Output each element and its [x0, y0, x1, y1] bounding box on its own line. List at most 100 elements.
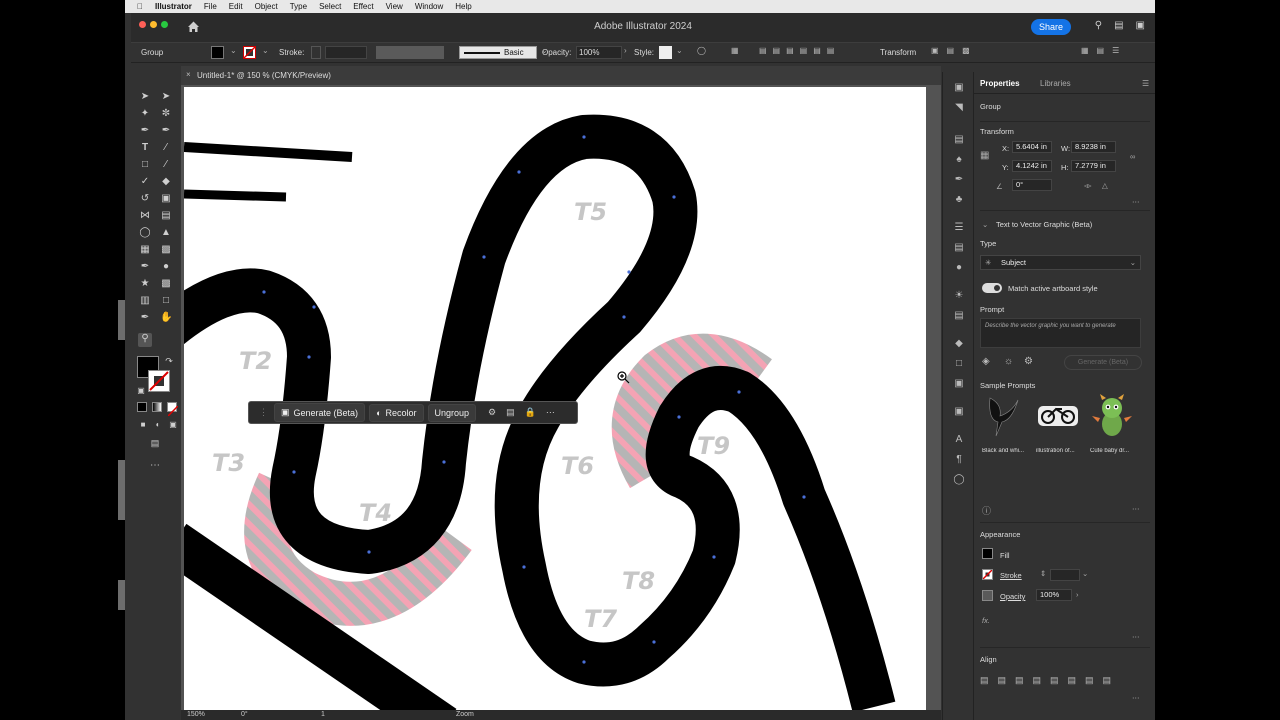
sample-prompt-bird[interactable]: Black and whi...	[982, 392, 1030, 454]
share-button[interactable]: Share	[1031, 19, 1072, 35]
type-dropdown[interactable]: ✳ Subject ⌄	[980, 255, 1141, 270]
apple-icon[interactable]: 	[137, 2, 143, 11]
symbols-icon[interactable]: ♣	[953, 194, 965, 206]
more-options-icon[interactable]: ⋯	[1132, 504, 1140, 513]
direct-selection-tool-icon[interactable]: ➤	[160, 91, 172, 103]
fx-icon[interactable]: fx.	[982, 616, 990, 625]
artboard-number[interactable]: 1	[321, 711, 325, 718]
isolate-icons[interactable]: ▣▤▩	[931, 46, 978, 55]
pen-tool-icon[interactable]: ✒	[139, 125, 151, 137]
perspective-grid-icon[interactable]: ▲	[160, 227, 172, 239]
menu-type[interactable]: Type	[290, 2, 307, 11]
export-icon[interactable]: ▤	[953, 310, 965, 322]
race-track-artwork[interactable]: T2 T3 T4 T5 T6 T7 T8 T9	[184, 87, 926, 710]
collapse-chevron-icon[interactable]: ⌄	[982, 220, 988, 229]
none-mode-icon[interactable]	[167, 402, 179, 417]
panel-menu-icon[interactable]: ☰	[1142, 79, 1149, 88]
x-field[interactable]: 5.6404 in	[1012, 141, 1052, 153]
layers-stack-icon[interactable]: ◆	[953, 338, 965, 350]
sun-icon[interactable]: ☀	[953, 290, 965, 302]
free-transform-icon[interactable]: ▤	[160, 210, 172, 222]
screen-mode-icon[interactable]: ▤	[149, 437, 161, 449]
stroke-color-icon[interactable]	[982, 569, 993, 580]
character-icon[interactable]: A	[953, 434, 965, 446]
lock-icon[interactable]: 🔒	[525, 407, 536, 418]
menu-window[interactable]: Window	[415, 2, 443, 11]
rectangle-tool-icon[interactable]: □	[139, 159, 151, 171]
paragraph-icon[interactable]: ¶	[953, 454, 965, 466]
graph-tool-icon[interactable]: ▩	[160, 278, 172, 290]
menu-view[interactable]: View	[386, 2, 403, 11]
more-options-icon[interactable]: ⋯	[1132, 632, 1140, 641]
opentype-icon[interactable]: ◯	[953, 474, 965, 486]
opacity-field[interactable]: 100%	[576, 46, 622, 59]
height-field[interactable]: 7.2779 in	[1071, 160, 1116, 172]
y-field[interactable]: 4.1242 in	[1012, 160, 1052, 172]
match-style-toggle[interactable]	[982, 283, 1002, 293]
type-tool-icon[interactable]: T	[139, 142, 151, 154]
settings-icon[interactable]: ⚙	[488, 407, 496, 418]
prompt-input[interactable]: Describe the vector graphic you want to …	[980, 318, 1141, 348]
artboard[interactable]: T2 T3 T4 T5 T6 T7 T8 T9	[184, 87, 926, 710]
menu-lines-icon[interactable]: ☰	[953, 222, 965, 234]
settings-icon[interactable]: ⚙	[1024, 356, 1033, 367]
menu-file[interactable]: File	[204, 2, 217, 11]
paintbrush-icon[interactable]: ⁄	[160, 159, 172, 171]
arrange-icons[interactable]: ▦▤☰	[1081, 46, 1127, 55]
draw-inside-icon[interactable]: ▣	[167, 419, 179, 431]
lasso-icon[interactable]: ✼	[160, 108, 172, 120]
draw-behind-icon[interactable]: ◐	[152, 419, 164, 431]
stroke-stepper[interactable]	[311, 46, 321, 59]
flip-vertical-icon[interactable]: △	[1102, 181, 1108, 190]
layers-icon[interactable]: ▣	[953, 82, 965, 94]
scale-tool-icon[interactable]: ▣	[160, 193, 172, 205]
image-trace-icon[interactable]: ▤	[953, 134, 965, 146]
magic-wand-icon[interactable]: ✦	[139, 108, 151, 120]
color-mode-icon[interactable]	[137, 402, 147, 412]
menu-help[interactable]: Help	[455, 2, 471, 11]
hand-tool-icon[interactable]: ✋	[160, 312, 172, 324]
more-options-icon[interactable]: ⋯	[1132, 693, 1140, 702]
selection-tool-icon[interactable]: ➤	[139, 91, 151, 103]
chevron-right-icon[interactable]: ›	[1076, 590, 1079, 599]
links-icon[interactable]: ▣	[953, 378, 965, 390]
menu-effect[interactable]: Effect	[353, 2, 373, 11]
info-icon[interactable]: ⓘ	[982, 504, 991, 517]
variable-width-profile[interactable]	[376, 46, 444, 59]
stroke-swatch[interactable]	[243, 46, 256, 61]
line-tool-icon[interactable]: ⁄	[160, 142, 172, 154]
gradient-tool-icon[interactable]: ▩	[160, 244, 172, 256]
artboard-tool-icon[interactable]: □	[160, 295, 172, 307]
swap-colors-icon[interactable]: ↷	[163, 355, 175, 367]
align-buttons-icon[interactable]: ▤▤▤▤▤▤▤▤	[980, 675, 1120, 686]
more-options-icon[interactable]: ⋯	[1132, 197, 1140, 206]
fill-color-icon[interactable]	[982, 548, 993, 559]
recolor-icon[interactable]: ◯	[697, 46, 706, 55]
menu-object[interactable]: Object	[255, 2, 278, 11]
artboards-icon[interactable]: □	[953, 358, 965, 370]
constrain-proportions-icon[interactable]: ∞	[1130, 152, 1135, 161]
symbol-sprayer-icon[interactable]: ★	[139, 278, 151, 290]
curvature-tool-icon[interactable]: ✒	[160, 125, 172, 137]
blend-tool-icon[interactable]: ●	[160, 261, 172, 273]
graphic-style-swatch[interactable]	[659, 46, 672, 59]
transform-link[interactable]: Transform	[880, 48, 916, 57]
search-icon[interactable]: ⚲	[1095, 20, 1102, 31]
effects-icon[interactable]: ☼	[1004, 356, 1013, 367]
gradient-mode-icon[interactable]	[152, 402, 162, 412]
chevron-down-icon[interactable]: ⌄	[1082, 569, 1088, 578]
sample-prompt-dragon[interactable]: Cute baby dr...	[1090, 392, 1138, 454]
workspace-icon[interactable]: ▣	[1136, 20, 1145, 31]
ungroup-button[interactable]: Ungroup	[427, 403, 477, 422]
brush-panel-icon[interactable]: ✒	[953, 174, 965, 186]
rotation-value[interactable]: 0°	[241, 711, 248, 718]
zoom-tool-icon[interactable]: ⚲	[138, 333, 152, 347]
eyedropper-icon[interactable]: ✒	[139, 261, 151, 273]
transparency-icon[interactable]: ●	[953, 262, 965, 274]
generate-beta-button[interactable]: Generate (Beta)	[1064, 355, 1142, 370]
chevron-down-icon[interactable]: ⌄	[676, 46, 683, 55]
brush-definition[interactable]: Basic	[459, 46, 537, 59]
fill-swatch[interactable]	[211, 46, 224, 61]
eraser-icon[interactable]: ◆	[160, 176, 172, 188]
menu-app-name[interactable]: Illustrator	[155, 2, 192, 11]
